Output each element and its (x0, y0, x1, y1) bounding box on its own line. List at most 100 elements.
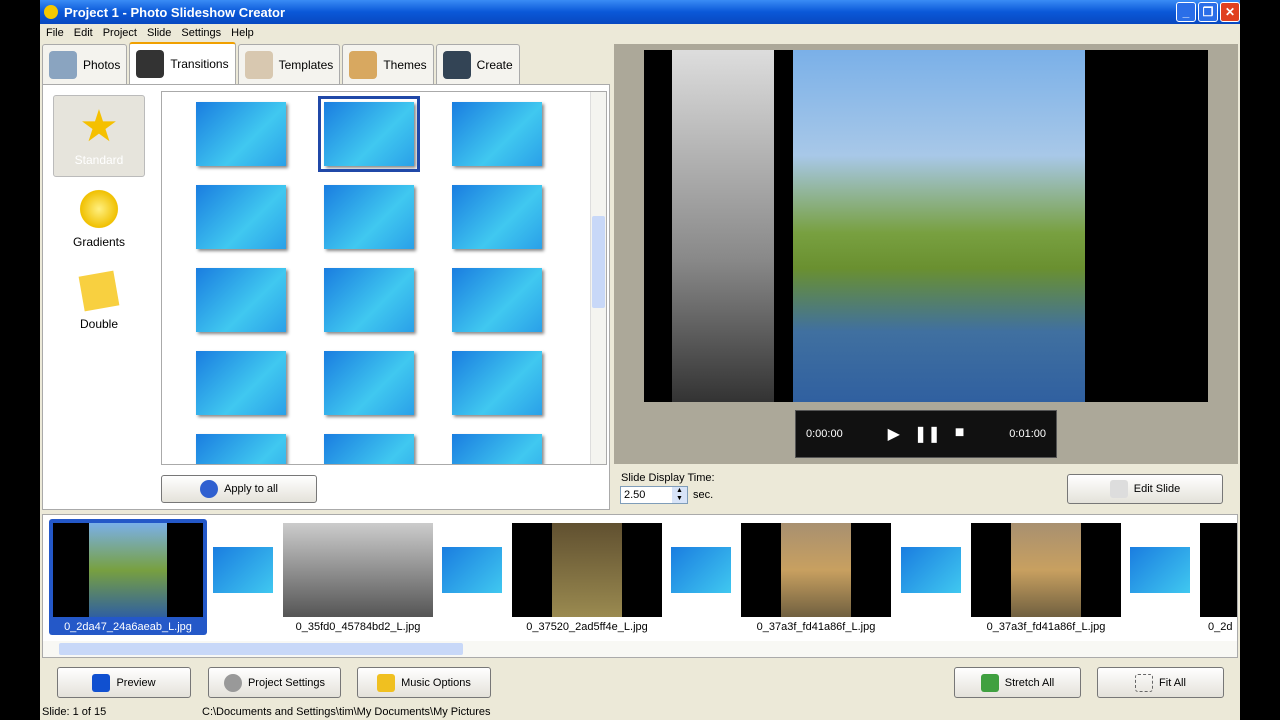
status-path: C:\Documents and Settings\tim\My Documen… (202, 706, 491, 718)
slide-thumb[interactable] (971, 523, 1121, 617)
category-double[interactable]: Double (53, 259, 145, 341)
slide-preview (644, 50, 1208, 402)
transition-thumb[interactable] (452, 102, 542, 166)
transition-thumb[interactable] (452, 351, 542, 415)
slide-time-label: Slide Display Time: (621, 472, 715, 484)
category-gradients[interactable]: Gradients (53, 177, 145, 259)
photo (89, 523, 167, 617)
pause-icon[interactable]: ❚❚ (914, 424, 941, 444)
window-title: Project 1 - Photo Slideshow Creator (64, 4, 286, 20)
transition-thumb[interactable] (324, 351, 414, 415)
transition-thumb[interactable] (671, 547, 731, 593)
menu-project[interactable]: Project (103, 27, 137, 39)
transitions-panel: ★ Standard Gradients Double Apply to all (42, 84, 610, 510)
button-label: Music Options (401, 676, 471, 689)
tab-photos[interactable]: Photos (42, 44, 128, 84)
camcorder-icon (442, 50, 471, 79)
transition-thumb[interactable] (324, 185, 414, 249)
tab-label: Transitions (170, 57, 229, 71)
transition-thumb[interactable] (196, 351, 286, 415)
transition-thumb-selected[interactable] (318, 96, 420, 172)
total-time: 0:01:00 (1009, 428, 1046, 440)
slide-thumb[interactable] (741, 523, 891, 617)
transition-thumb[interactable] (196, 185, 286, 249)
button-label: Edit Slide (1133, 483, 1181, 495)
tab-label: Themes (383, 57, 427, 72)
smiley-icon (44, 5, 58, 19)
transition-thumb[interactable] (196, 268, 286, 332)
playback-controls: 0:00:00 ▶ ❚❚ ■ 0:01:00 (795, 410, 1057, 458)
edit-icon (1109, 480, 1128, 498)
photo (552, 523, 622, 617)
button-label: Apply to all (224, 483, 278, 495)
slide-filename: 0_2d (1208, 621, 1233, 633)
slide-time-value: 2.50 (624, 489, 646, 501)
transition-thumb[interactable] (324, 434, 414, 464)
photo (283, 523, 433, 617)
transition-thumb[interactable] (442, 547, 502, 593)
sun-icon (77, 187, 121, 231)
notebook-icon (244, 50, 273, 79)
fit-all-button[interactable]: Fit All (1097, 667, 1224, 698)
category-list: ★ Standard Gradients Double (53, 95, 145, 341)
slide-thumb[interactable] (283, 523, 433, 617)
stop-icon[interactable]: ■ (955, 424, 965, 444)
spinner-arrows[interactable]: ▲ ▼ (672, 487, 687, 503)
category-label: Double (79, 317, 119, 331)
transition-thumb[interactable] (324, 268, 414, 332)
apply-to-all-button[interactable]: Apply to all (161, 475, 317, 503)
menu-slide[interactable]: Slide (147, 27, 171, 39)
transition-thumb[interactable] (452, 268, 542, 332)
church-photo (793, 50, 1085, 402)
button-label: Project Settings (247, 676, 326, 689)
preview-button[interactable]: Preview (57, 667, 191, 698)
transition-thumb[interactable] (452, 434, 542, 464)
slide-thumb[interactable] (53, 523, 203, 617)
menu-edit[interactable]: Edit (74, 27, 93, 39)
fit-icon (1135, 673, 1154, 692)
tab-create[interactable]: Create (435, 44, 520, 84)
horizontal-scrollbar[interactable] (43, 641, 1237, 657)
status-bar: Slide: 1 of 15 C:\Documents and Settings… (40, 704, 1240, 720)
menu-file[interactable]: File (46, 27, 64, 39)
minimize-button[interactable]: _ (1176, 2, 1196, 22)
slide-filename: 0_37a3f_fd41a86f_L.jpg (986, 621, 1106, 633)
menu-help[interactable]: Help (231, 27, 254, 39)
app-window: Project 1 - Photo Slideshow Creator _ ❐ … (40, 0, 1240, 720)
transition-thumb[interactable] (213, 547, 273, 593)
scroll-thumb[interactable] (592, 216, 605, 308)
transition-thumb[interactable] (196, 434, 286, 464)
slide-filename: 0_2da47_24a6aeab_L.jpg (64, 621, 192, 633)
maximize-button[interactable]: ❐ (1198, 2, 1218, 22)
menu-settings[interactable]: Settings (181, 27, 221, 39)
close-button[interactable]: ✕ (1220, 2, 1240, 22)
slide-thumb[interactable] (1200, 523, 1237, 617)
preview-area: 0:00:00 ▶ ❚❚ ■ 0:01:00 (614, 44, 1238, 464)
magic-hat-icon (136, 50, 165, 78)
menu-bar: File Edit Project Slide Settings Help (40, 24, 1240, 42)
monitor-icon (92, 673, 111, 692)
transition-grid (161, 91, 607, 465)
stretch-icon (980, 673, 999, 692)
slide-thumb[interactable] (512, 523, 662, 617)
music-options-button[interactable]: Music Options (357, 667, 491, 698)
transition-thumb[interactable] (452, 185, 542, 249)
transition-thumb[interactable] (901, 547, 961, 593)
tab-templates[interactable]: Templates (237, 44, 341, 84)
tab-themes[interactable]: Themes (342, 44, 434, 84)
vertical-scrollbar[interactable] (590, 92, 606, 464)
transition-thumb[interactable] (196, 102, 286, 166)
stretch-all-button[interactable]: Stretch All (954, 667, 1081, 698)
photo (781, 523, 851, 617)
play-icon[interactable]: ▶ (888, 424, 900, 444)
scroll-thumb[interactable] (59, 643, 463, 655)
project-settings-button[interactable]: Project Settings (208, 667, 341, 698)
category-standard[interactable]: ★ Standard (53, 95, 145, 177)
tab-transitions[interactable]: Transitions (129, 42, 236, 84)
slide-filename: 0_37520_2ad5ff4e_L.jpg (526, 621, 648, 633)
tab-label: Templates (278, 57, 334, 72)
button-label: Preview (116, 676, 156, 689)
tab-label: Photos (83, 57, 121, 72)
transition-thumb[interactable] (1130, 547, 1190, 593)
edit-slide-button[interactable]: Edit Slide (1067, 474, 1223, 504)
